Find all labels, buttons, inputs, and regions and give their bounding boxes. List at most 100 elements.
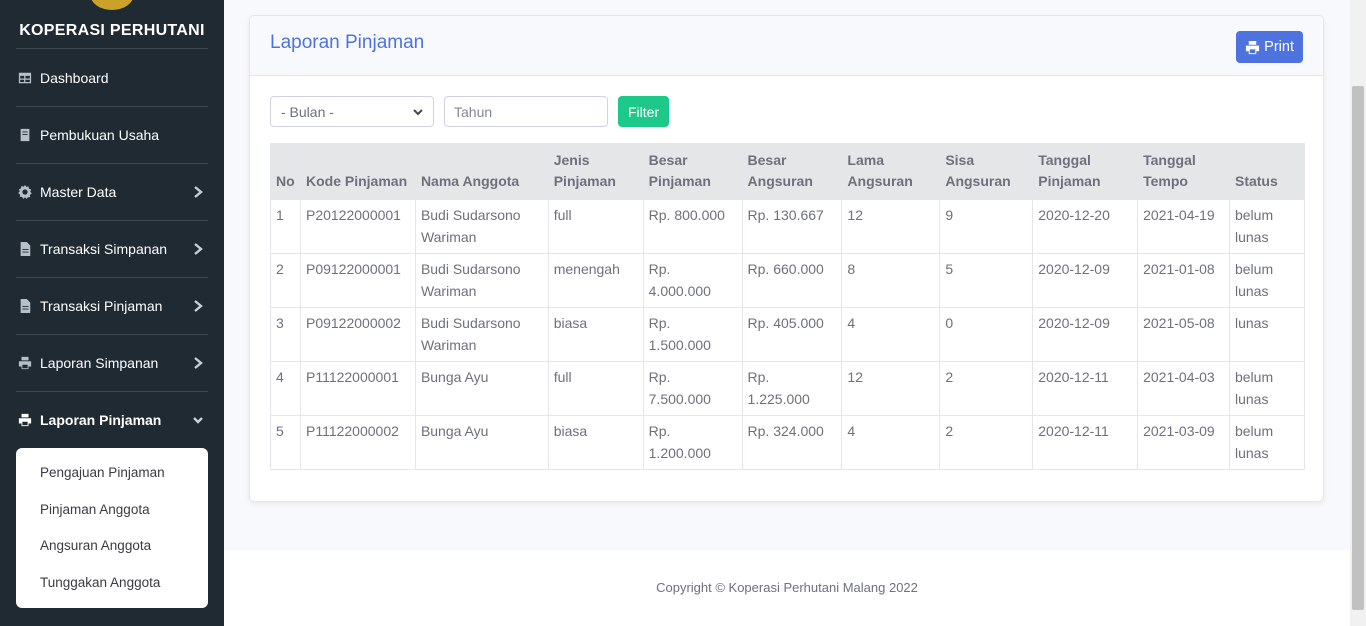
- cell-nama-anggota: Budi Sudarsono Wariman: [414, 307, 549, 362]
- cell-text: 2021-04-19: [1143, 207, 1215, 223]
- table-body: 1 P20122000001 Budi Sudarsono Wariman full Rp…: [270, 199, 1306, 470]
- column-header-besar-pinjaman: Besar Pinjaman: [642, 143, 743, 200]
- submenu-item-angsuran-anggota[interactable]: Angsuran Anggota: [16, 529, 208, 566]
- cell-text: 8: [847, 261, 856, 277]
- copyright-text: Copyright © Koperasi Perhutani Malang 20…: [656, 580, 918, 595]
- cell-text: Lama: [847, 152, 884, 168]
- cell-text: 2020-12-11: [1038, 423, 1109, 439]
- scrollbar-thumb[interactable]: [1352, 86, 1364, 610]
- print-icon: [16, 411, 34, 429]
- sidebar-item-master-data[interactable]: Master Data: [16, 164, 208, 220]
- cell-text: Rp.: [648, 261, 671, 277]
- sidebar-item-transaksi-simpanan[interactable]: Transaksi Simpanan: [16, 221, 208, 277]
- cell-no: 2: [270, 253, 301, 308]
- file-icon: [16, 297, 34, 315]
- cell-text: Sisa: [945, 152, 975, 168]
- cell-tanggal-tempo: 2021-04-03: [1137, 361, 1230, 416]
- cell-text: P11122000001: [305, 369, 399, 385]
- cell-text: Bunga Ayu: [420, 369, 489, 385]
- cell-kode-pinjaman: P09122000002: [299, 307, 416, 362]
- cell-text: 12: [847, 207, 863, 223]
- cell-text: Wariman: [420, 228, 477, 245]
- cell-no: 1: [270, 199, 301, 254]
- sidebar-item-label: Laporan Pinjaman: [40, 412, 162, 428]
- print-icon: [16, 354, 34, 372]
- cell-text: 2: [276, 261, 284, 277]
- cell-text: 5: [276, 423, 284, 439]
- cell-text: full: [553, 207, 572, 223]
- sidebar-item-transaksi-pinjaman[interactable]: Transaksi Pinjaman: [16, 278, 208, 334]
- cell-status: belum lunas: [1228, 253, 1306, 308]
- cell-sisa-angsuran: 0: [939, 307, 1034, 362]
- cell-lama-angsuran: 12: [841, 199, 941, 254]
- filter-button[interactable]: Filter: [618, 96, 670, 127]
- cell-sisa-angsuran: 9: [939, 199, 1034, 254]
- cell-text: 2020-12-11: [1038, 369, 1109, 385]
- cell-text: Status: [1234, 173, 1278, 189]
- cell-text: belum: [1234, 423, 1274, 439]
- sidebar-item-label: Pembukuan Usaha: [40, 127, 160, 143]
- cell-text: Pinjaman: [648, 173, 711, 189]
- cell-text: lunas: [1234, 315, 1269, 331]
- sidebar-item-laporan-simpanan[interactable]: Laporan Simpanan: [16, 335, 208, 391]
- cell-tanggal-pinjaman: 2020-12-11: [1032, 415, 1139, 470]
- filter-form: - Bulan - Filter: [270, 96, 670, 127]
- column-header-jenis-pinjaman: Jenis Pinjaman: [547, 143, 644, 200]
- column-header-lama-angsuran: Lama Angsuran: [841, 143, 941, 200]
- cell-text: 2: [945, 423, 954, 439]
- main-content: Laporan Pinjaman Print - Bulan - Filter …: [224, 0, 1350, 550]
- cell-text: Rp. 405.000: [747, 315, 824, 331]
- cell-no: 4: [270, 361, 301, 416]
- cell-text: belum: [1234, 207, 1274, 223]
- cell-lama-angsuran: 4: [841, 307, 941, 362]
- submenu-item-pengajuan-pinjaman[interactable]: Pengajuan Pinjaman: [16, 456, 208, 493]
- divider: [16, 48, 208, 49]
- brand-title[interactable]: KOPERASI PERHUTANI: [16, 22, 208, 40]
- sidebar-item-laporan-pinjaman[interactable]: Laporan Pinjaman: [16, 392, 208, 448]
- cell-text: Bunga Ayu: [420, 423, 489, 439]
- sidebar: KOPERASI PERHUTANI Dashboard Pembukuan U…: [0, 0, 224, 626]
- cell-besar-pinjaman: Rp. 800.000: [642, 199, 743, 254]
- cell-tanggal-pinjaman: 2020-12-09: [1032, 307, 1139, 362]
- column-header-status: Status: [1228, 143, 1306, 200]
- cell-text: full: [553, 369, 572, 385]
- loan-report-table: No Kode Pinjaman Nama Anggota Jenis Pinjaman…: [270, 143, 1306, 470]
- cell-text: Budi Sudarsono: [420, 315, 521, 331]
- sidebar-item-pembukuan-usaha[interactable]: Pembukuan Usaha: [16, 107, 208, 163]
- column-header-nama-anggota: Nama Anggota: [414, 143, 549, 200]
- cell-text: 9: [945, 207, 954, 223]
- cell-text: 4.000.000: [648, 282, 711, 299]
- cell-jenis-pinjaman: biasa: [547, 415, 644, 470]
- column-header-tanggal-pinjaman: Tanggal Pinjaman: [1032, 143, 1139, 200]
- sidebar-item-label: Dashboard: [40, 70, 109, 86]
- cell-tanggal-tempo: 2021-04-19: [1137, 199, 1230, 254]
- cell-text: 5: [945, 261, 954, 277]
- month-select[interactable]: - Bulan -: [270, 96, 434, 127]
- year-input[interactable]: [444, 96, 608, 127]
- cell-text: lunas: [1234, 282, 1269, 299]
- page-scrollbar[interactable]: [1350, 0, 1366, 626]
- submenu-item-pinjaman-anggota[interactable]: Pinjaman Anggota: [16, 493, 208, 530]
- cell-status: belum lunas: [1228, 199, 1306, 254]
- cell-no: 3: [270, 307, 301, 362]
- cell-sisa-angsuran: 2: [939, 361, 1034, 416]
- print-button[interactable]: Print: [1236, 31, 1303, 63]
- cell-text: Pinjaman: [1038, 173, 1101, 189]
- cell-text: 2021-01-08: [1143, 261, 1215, 277]
- submenu-item-tunggakan-anggota[interactable]: Tunggakan Anggota: [16, 566, 208, 603]
- cell-text: lunas: [1234, 390, 1269, 407]
- cell-tanggal-tempo: 2021-03-09: [1137, 415, 1230, 470]
- cell-text: Rp.: [648, 369, 671, 385]
- table-header-row: No Kode Pinjaman Nama Anggota Jenis Pinjaman…: [270, 143, 1306, 200]
- chevron-right-icon: [192, 299, 204, 313]
- cell-jenis-pinjaman: menengah: [547, 253, 644, 308]
- cell-text: 2021-05-08: [1143, 315, 1215, 331]
- cell-jenis-pinjaman: full: [547, 199, 644, 254]
- month-select-value: - Bulan -: [281, 103, 334, 120]
- sidebar-item-dashboard[interactable]: Dashboard: [16, 50, 208, 106]
- cell-text: Tanggal: [1143, 152, 1196, 168]
- cell-text: Rp.: [747, 369, 770, 385]
- cell-nama-anggota: Bunga Ayu: [414, 361, 549, 416]
- cell-text: Wariman: [420, 336, 477, 353]
- cell-text: 4: [847, 315, 856, 331]
